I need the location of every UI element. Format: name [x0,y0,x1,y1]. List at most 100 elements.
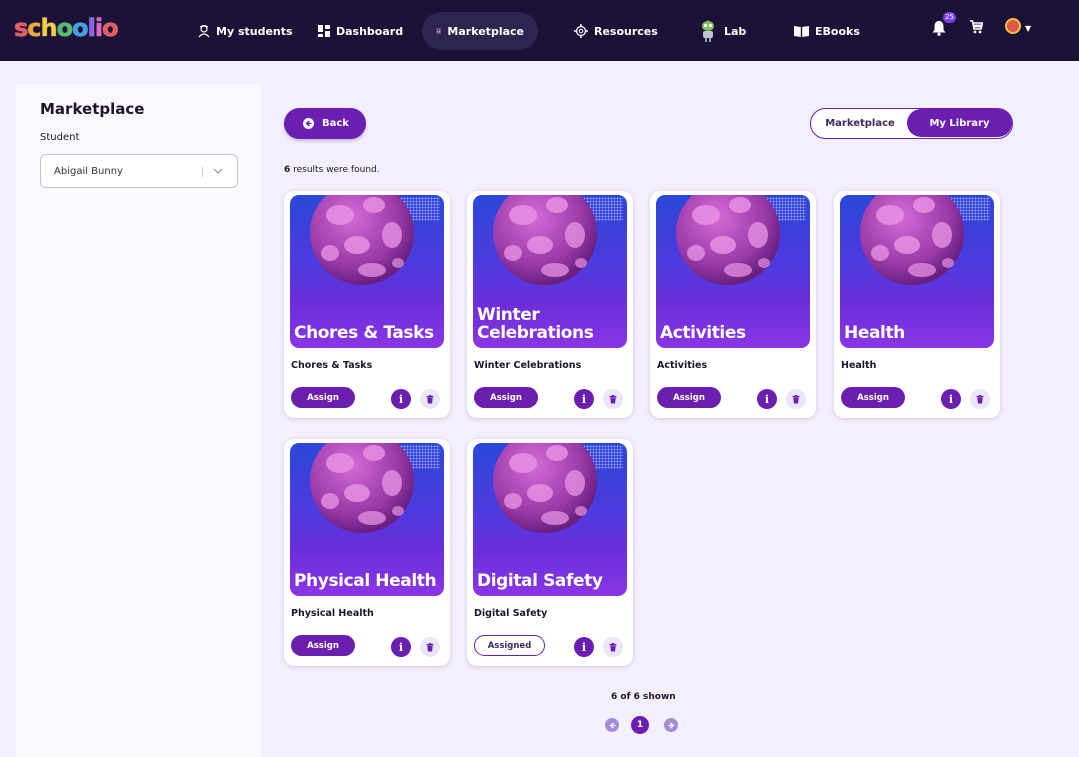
trash-icon [792,394,800,403]
card-cover-title: Physical Health [294,571,437,591]
card-cover[interactable]: Physical Health [290,443,444,596]
nav-marketplace[interactable]: Marketplace [422,12,538,50]
info-button[interactable]: i [391,637,411,657]
planet-graphic [310,195,414,285]
nav-marketplace-label: Marketplace [447,24,524,38]
sidebar: Marketplace Student Abigail Bunny [16,84,261,757]
prev-page-button[interactable] [605,718,619,732]
trash-icon [426,642,434,651]
arrow-right-icon [668,722,675,728]
student-select[interactable]: Abigail Bunny [40,154,238,188]
bell-icon [932,21,946,36]
delete-button[interactable] [420,637,440,657]
dashboard-icon [318,25,330,37]
delete-button[interactable] [420,389,440,409]
card-cover[interactable]: Chores & Tasks [290,195,444,348]
user-avatar[interactable] [1005,18,1021,34]
assign-button[interactable]: Assign [657,387,721,408]
planet-graphic [493,443,597,533]
student-icon [198,24,210,37]
card-title: Digital Safety [474,608,548,619]
card-title: Activities [657,360,708,371]
back-button[interactable]: Back [284,108,366,139]
card-cover-title: Activities [660,323,746,343]
card-cover-title: Winter Celebrations [477,305,594,343]
assign-button[interactable]: Assign [291,635,355,656]
info-button[interactable]: i [574,389,594,409]
info-button[interactable]: i [941,389,961,409]
card-title: Physical Health [291,608,374,619]
library-toggle: Marketplace My Library [810,108,1013,139]
chevron-down-icon[interactable]: ▼ [1025,24,1031,33]
logo-letter: o [102,14,118,42]
nav-resources[interactable]: Resources [560,12,672,50]
planet-graphic [860,195,964,285]
results-summary: 6 results were found. [284,165,380,175]
nav-ebooks-label: EBooks [815,24,860,38]
logo-letter: i [94,14,103,42]
course-card[interactable]: Digital Safety Digital Safety Assigned i [467,439,633,666]
assign-button[interactable]: Assign [841,387,905,408]
chevron-down-icon[interactable] [213,166,223,176]
delete-button[interactable] [786,389,806,409]
planet-graphic [493,195,597,285]
assign-button[interactable]: Assign [474,387,538,408]
nav-dashboard-label: Dashboard [336,24,404,38]
logo-letter: o [56,14,73,42]
toggle-marketplace[interactable]: Marketplace [811,109,909,137]
cart-icon[interactable] [970,20,983,34]
logo-letter: s [14,14,28,42]
arrow-left-icon [608,722,615,728]
card-cover[interactable]: Winter Celebrations [473,195,627,348]
back-button-label: Back [322,118,349,129]
results-text: results were found. [290,165,380,175]
assign-button[interactable]: Assign [291,387,355,408]
info-button[interactable]: i [574,637,594,657]
schoolio-logo[interactable]: schoolio [14,14,119,42]
nav-resources-label: Resources [594,24,658,38]
card-title: Chores & Tasks [291,360,373,371]
trash-icon [609,394,617,403]
next-page-button[interactable] [664,718,678,732]
gear-icon [574,24,588,38]
card-cover[interactable]: Activities [656,195,810,348]
notifications-button[interactable]: 25 [932,12,956,40]
nav-my-students[interactable]: My students [184,12,307,50]
nav-lab-label: Lab [724,24,747,38]
sidebar-title: Marketplace [40,100,145,118]
info-button[interactable]: i [757,389,777,409]
trash-icon [976,394,984,403]
nav-lab[interactable]: Lab [684,12,760,50]
book-icon [794,26,809,37]
info-button[interactable]: i [391,389,411,409]
card-cover-title: Digital Safety [477,571,603,591]
nav-my-students-label: My students [216,24,293,38]
card-title: Winter Celebrations [474,360,582,371]
card-title: Health [841,360,877,371]
course-card[interactable]: Activities Activities Assign i [650,191,816,418]
delete-button[interactable] [603,389,623,409]
robot-icon [702,20,714,42]
logo-letter: o [72,14,88,42]
course-card[interactable]: Winter Celebrations Winter Celebrations As… [467,191,633,418]
nav-ebooks[interactable]: EBooks [780,12,874,50]
notification-badge: 25 [943,12,956,23]
assigned-button[interactable]: Assigned [474,635,545,656]
nav-dashboard[interactable]: Dashboard [304,12,417,50]
marketplace-icon [436,28,442,34]
toggle-my-library[interactable]: My Library [907,109,1012,137]
delete-button[interactable] [603,637,623,657]
card-cover[interactable]: Health [840,195,994,348]
student-select-value: Abigail Bunny [54,165,123,177]
planet-graphic [676,195,780,285]
card-cover[interactable]: Digital Safety [473,443,627,596]
logo-letter: h [40,14,58,42]
course-card[interactable]: Health Health Assign i [834,191,1000,418]
course-card[interactable]: Chores & Tasks Chores & Tasks Assign i [284,191,450,418]
page-number-current[interactable]: 1 [631,716,649,734]
course-card[interactable]: Physical Health Physical Health Assign i [284,439,450,666]
select-separator [202,167,203,177]
delete-button[interactable] [970,389,990,409]
logo-letter: l [87,14,96,42]
logo-letter: c [27,14,41,42]
